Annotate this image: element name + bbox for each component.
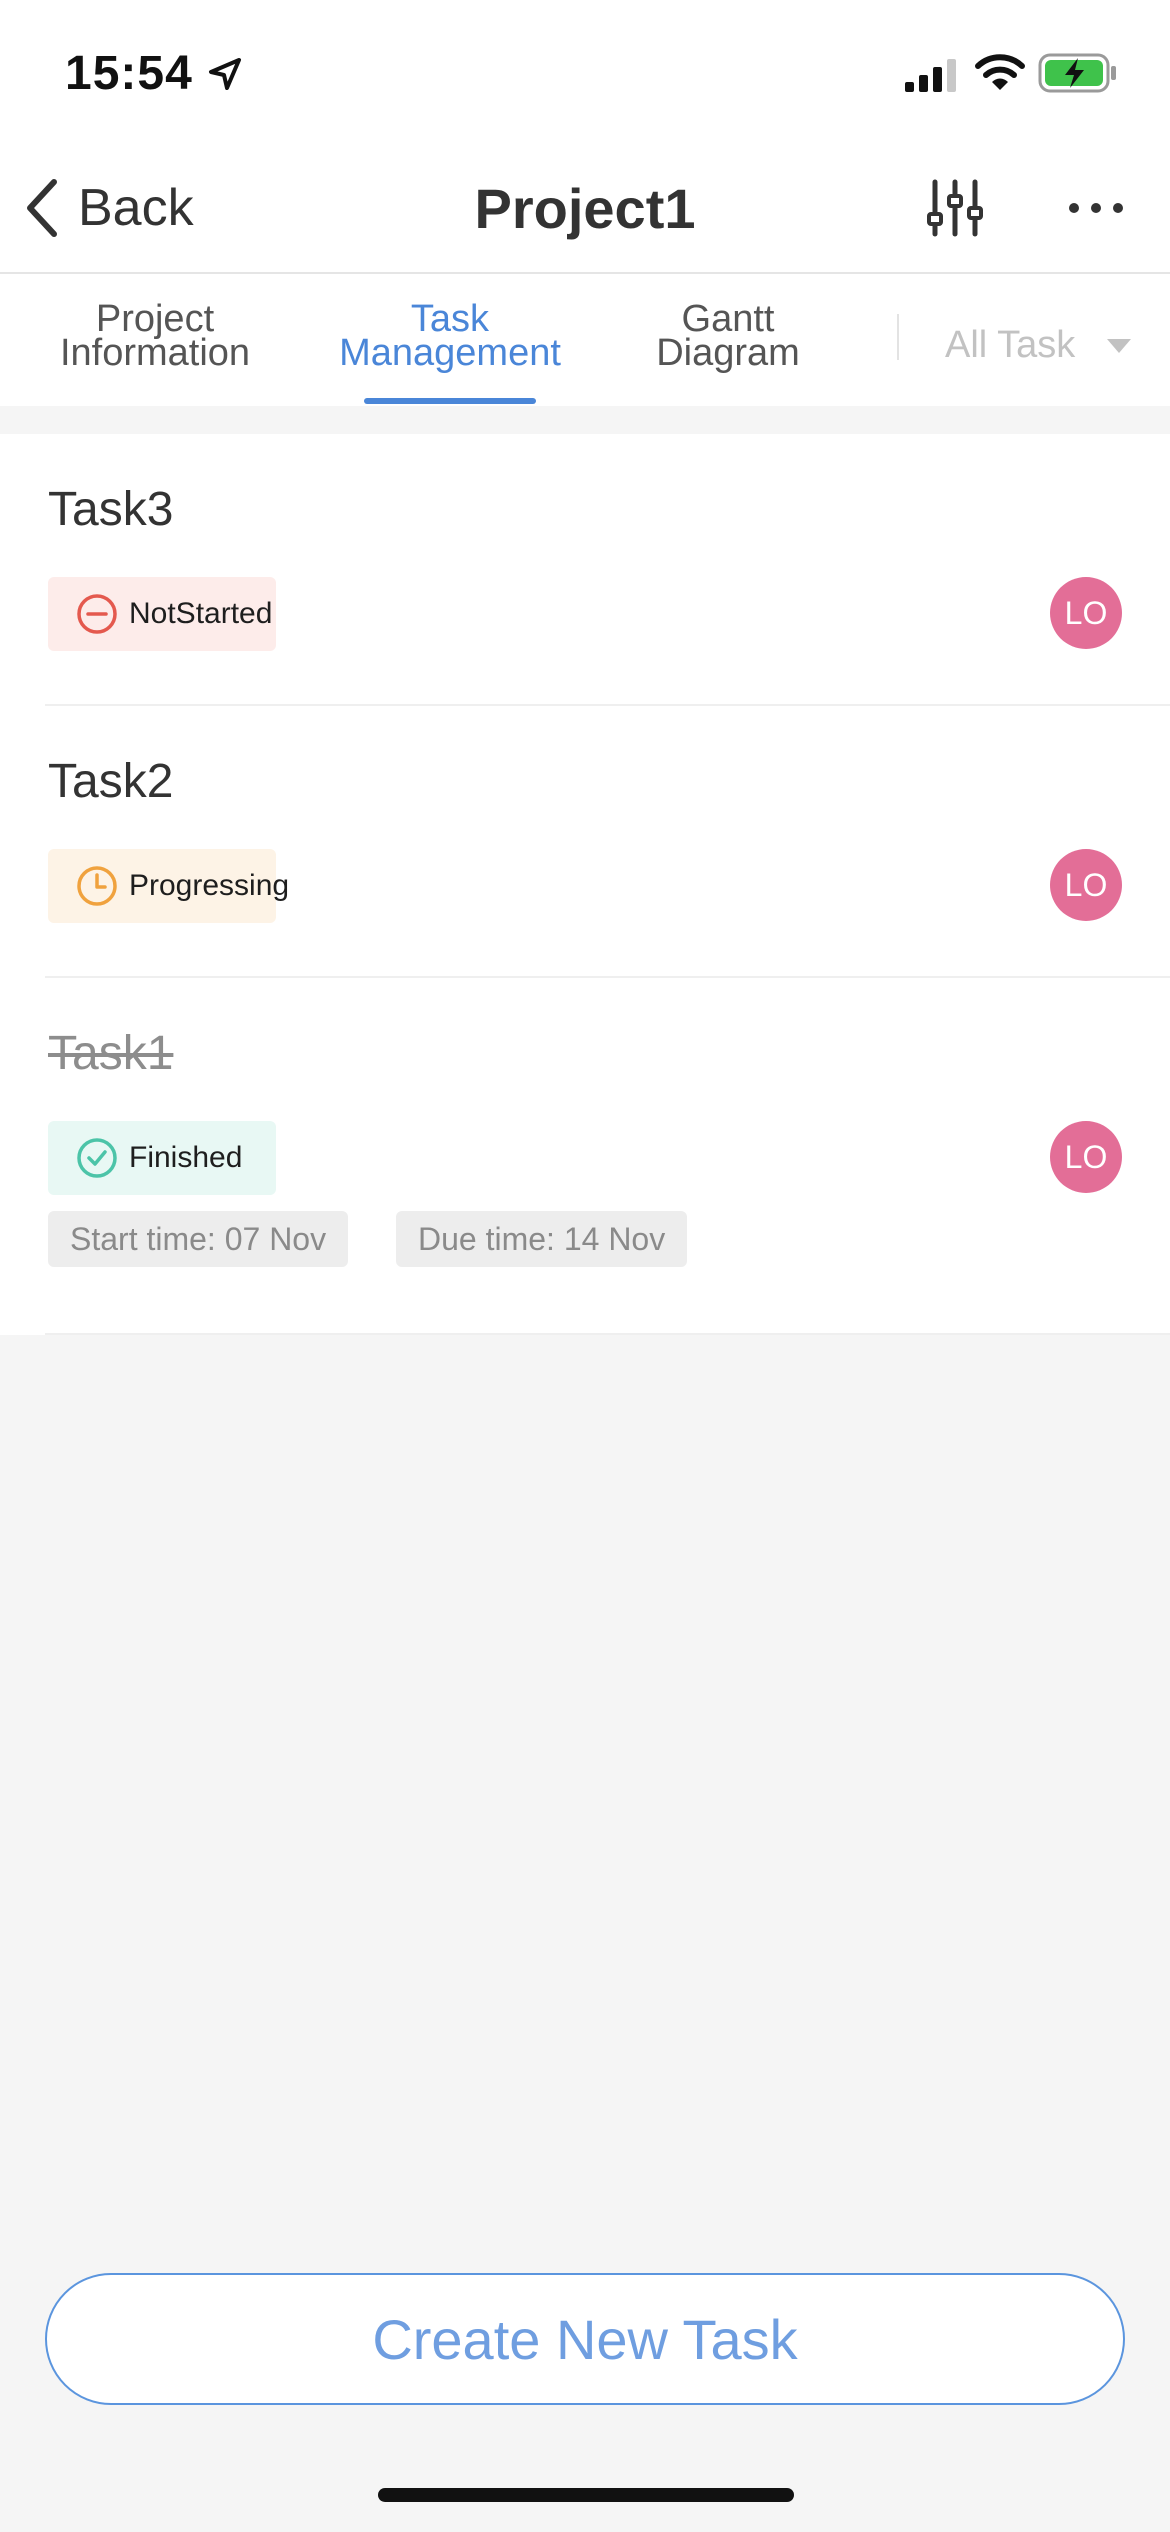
status-badge-finished: Finished: [48, 1121, 276, 1195]
more-dots-icon[interactable]: [1066, 196, 1126, 220]
avatar[interactable]: LO: [1050, 1121, 1122, 1193]
tab-bar: Project Information Task Management Gant…: [0, 274, 1170, 406]
tab-label-line2: Information: [59, 332, 251, 374]
task-filter-dropdown[interactable]: All Task: [945, 324, 1132, 367]
task-title: Task1: [48, 1027, 174, 1080]
status-badge-not-started: NotStarted: [48, 577, 276, 651]
task-filter-label: All Task: [945, 324, 1076, 366]
page-title: Project1: [474, 177, 696, 240]
active-tab-indicator: [364, 398, 536, 404]
location-arrow-icon: [209, 58, 241, 90]
status-label: NotStarted: [129, 597, 273, 630]
tab-gantt-diagram[interactable]: Gantt Diagram: [630, 298, 826, 374]
tab-project-information[interactable]: Project Information: [40, 298, 270, 374]
tab-label-line2: Management: [339, 332, 561, 374]
task-item[interactable]: Task2 Progressing LO: [0, 706, 1170, 978]
divider: [45, 1333, 1170, 1335]
wifi-icon: [975, 54, 1025, 90]
status-badge-progressing: Progressing: [48, 849, 289, 923]
home-indicator[interactable]: [378, 2488, 794, 2502]
tab-label-line2: Diagram: [656, 332, 800, 374]
task-list: Task3 NotStarted LO Task2 Progressing LO: [0, 434, 1170, 1335]
progressing-clock-icon: [77, 866, 117, 906]
due-time-chip: Due time: 14 Nov: [396, 1211, 688, 1267]
nav-bar: Back Project1: [0, 140, 1170, 274]
finished-check-icon: [77, 1138, 117, 1178]
filter-sliders-icon[interactable]: [925, 178, 985, 238]
tab-divider: [897, 314, 899, 360]
task-title: Task2: [48, 755, 174, 808]
tab-label-line1: Project: [95, 298, 215, 340]
task-item[interactable]: Task1 Finished LO Start time: 07 Nov Due…: [0, 978, 1170, 1335]
status-label: Finished: [129, 1141, 243, 1174]
status-bar: 15:54: [0, 0, 1170, 140]
avatar[interactable]: LO: [1050, 577, 1122, 649]
signal-icon: [905, 59, 956, 92]
screen: 15:54 Back Project1 Project Information …: [0, 0, 1170, 2532]
status-time: 15:54: [65, 47, 193, 100]
battery-charging-icon: [1038, 53, 1116, 93]
avatar[interactable]: LO: [1050, 849, 1122, 921]
not-started-icon: [77, 594, 117, 634]
start-time-chip: Start time: 07 Nov: [48, 1211, 349, 1267]
create-new-task-button[interactable]: Create New Task: [45, 2273, 1125, 2405]
tab-label-line1: Task: [410, 298, 490, 340]
task-title: Task3: [48, 483, 174, 536]
tab-label-line1: Gantt: [681, 298, 775, 340]
tab-task-management[interactable]: Task Management: [320, 298, 580, 374]
task-item[interactable]: Task3 NotStarted LO: [0, 434, 1170, 706]
dropdown-caret-icon: [1107, 338, 1132, 353]
status-label: Progressing: [129, 869, 290, 902]
